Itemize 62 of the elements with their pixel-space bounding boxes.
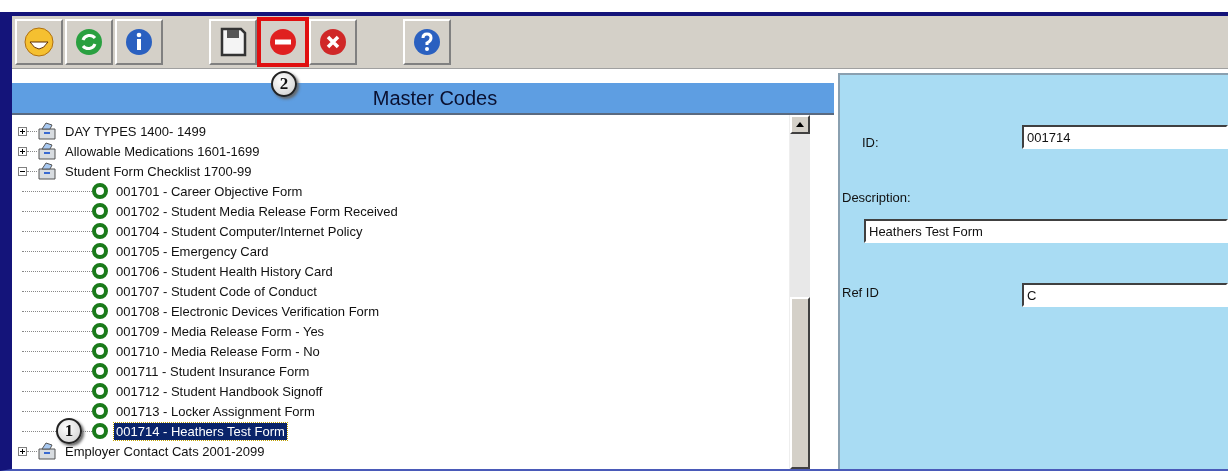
- refresh-button[interactable]: [65, 19, 113, 65]
- tree-item[interactable]: 001713 - Locker Assignment Form: [114, 402, 317, 420]
- help-button[interactable]: [403, 19, 451, 65]
- field-label: Ref ID: [841, 284, 880, 302]
- up-arrow-icon[interactable]: [796, 122, 804, 127]
- smiley-button[interactable]: [15, 19, 63, 65]
- tree-item[interactable]: 001712 - Student Handbook Signoff: [114, 382, 325, 400]
- ring-icon: [92, 183, 108, 199]
- folder-icon: [37, 122, 57, 140]
- field-label: Description:: [841, 189, 912, 205]
- ring-icon: [92, 303, 108, 319]
- tree-item[interactable]: 001710 - Media Release Form - No: [114, 342, 322, 360]
- panel-title: Master Codes: [371, 86, 498, 110]
- tree-item[interactable]: 001704 - Student Computer/Internet Policy: [114, 222, 365, 240]
- save-icon: [218, 26, 248, 58]
- smiley-icon: [23, 26, 55, 58]
- folder-icon: [37, 162, 57, 180]
- callout-number: 1: [56, 418, 82, 444]
- no-entry-icon: [268, 27, 298, 57]
- info-icon: [124, 27, 154, 57]
- input-field[interactable]: Heathers Test Form: [864, 219, 1228, 243]
- input-field[interactable]: 001714: [1022, 125, 1228, 149]
- ring-icon: [92, 323, 108, 339]
- cancel-button[interactable]: [309, 19, 357, 65]
- scrollbar[interactable]: [789, 115, 810, 469]
- ring-icon: [92, 243, 108, 259]
- folder-icon: [37, 142, 57, 160]
- close-icon: [318, 27, 348, 57]
- expand-icon[interactable]: [18, 446, 27, 456]
- collapse-icon[interactable]: [18, 166, 27, 176]
- ring-icon: [92, 283, 108, 299]
- tree-item[interactable]: DAY TYPES 1400- 1499: [63, 122, 208, 140]
- ring-icon: [92, 363, 108, 379]
- ring-icon: [92, 263, 108, 279]
- field-label: ID:: [861, 134, 880, 150]
- ring-icon: [92, 403, 108, 419]
- tree-item[interactable]: Student Form Checklist 1700-99: [63, 162, 254, 180]
- tree-item[interactable]: 001714 - Heathers Test Form: [114, 422, 287, 440]
- save-button[interactable]: [209, 19, 257, 65]
- refresh-icon: [74, 27, 104, 57]
- tree-item[interactable]: 001702 - Student Media Release Form Received: [114, 202, 400, 220]
- tree-item[interactable]: 001706 - Student Health History Card: [114, 262, 335, 280]
- tree-item[interactable]: Allowable Medications 1601-1699: [63, 142, 262, 160]
- ring-icon: [92, 343, 108, 359]
- help-icon: [412, 27, 442, 57]
- folder-icon: [37, 442, 57, 460]
- tree-item[interactable]: Employer Contact Cats 2001-2099: [63, 442, 267, 460]
- ring-icon: [92, 383, 108, 399]
- tree-item[interactable]: 001701 - Career Objective Form: [114, 182, 305, 200]
- tree-item[interactable]: 001709 - Media Release Form - Yes: [114, 322, 327, 340]
- tree-item[interactable]: 001708 - Electronic Devices Verification Form: [114, 302, 381, 320]
- ring-icon: [92, 203, 108, 219]
- expand-icon[interactable]: [18, 126, 27, 136]
- ring-icon: [92, 423, 108, 439]
- expand-icon[interactable]: [18, 146, 27, 156]
- tree-item[interactable]: 001707 - Student Code of Conduct: [114, 282, 319, 300]
- info-button[interactable]: [115, 19, 163, 65]
- input-field[interactable]: C: [1022, 283, 1228, 307]
- remove-button[interactable]: [259, 19, 307, 65]
- tree-item[interactable]: 001705 - Emergency Card: [114, 242, 271, 260]
- tree-item[interactable]: 001711 - Student Insurance Form: [114, 362, 312, 380]
- ring-icon: [92, 223, 108, 239]
